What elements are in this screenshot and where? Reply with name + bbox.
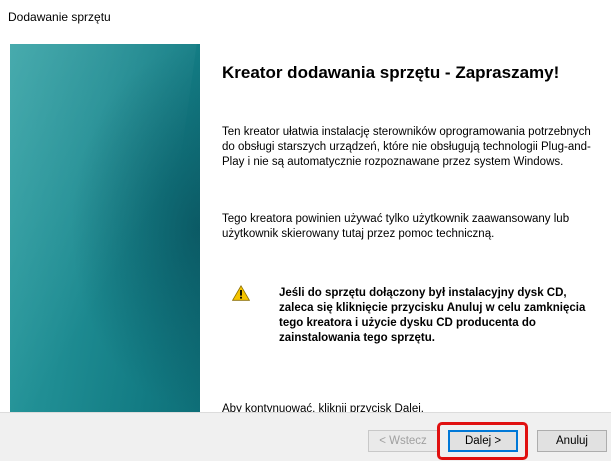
banner-shade xyxy=(70,44,200,412)
title-bar: Dodawanie sprzętu xyxy=(0,0,611,34)
wizard-side-banner xyxy=(10,44,200,412)
next-button[interactable]: Dalej > xyxy=(448,430,518,452)
intro-paragraph: Ten kreator ułatwia instalację sterownik… xyxy=(222,126,591,168)
advanced-user-paragraph: Tego kreatora powinien używać tylko użyt… xyxy=(222,213,570,240)
cancel-button[interactable]: Anuluj xyxy=(537,430,607,452)
wizard-content: Kreator dodawania sprzętu - Zapraszamy! … xyxy=(222,44,602,415)
wizard-heading: Kreator dodawania sprzętu - Zapraszamy! xyxy=(222,63,560,82)
warning-triangle-icon xyxy=(232,285,250,301)
window-title: Dodawanie sprzętu xyxy=(8,10,111,24)
button-bar xyxy=(0,412,611,461)
warning-text: Jeśli do sprzętu dołączony był instalacy… xyxy=(279,287,586,344)
back-button[interactable]: < Wstecz xyxy=(368,430,438,452)
